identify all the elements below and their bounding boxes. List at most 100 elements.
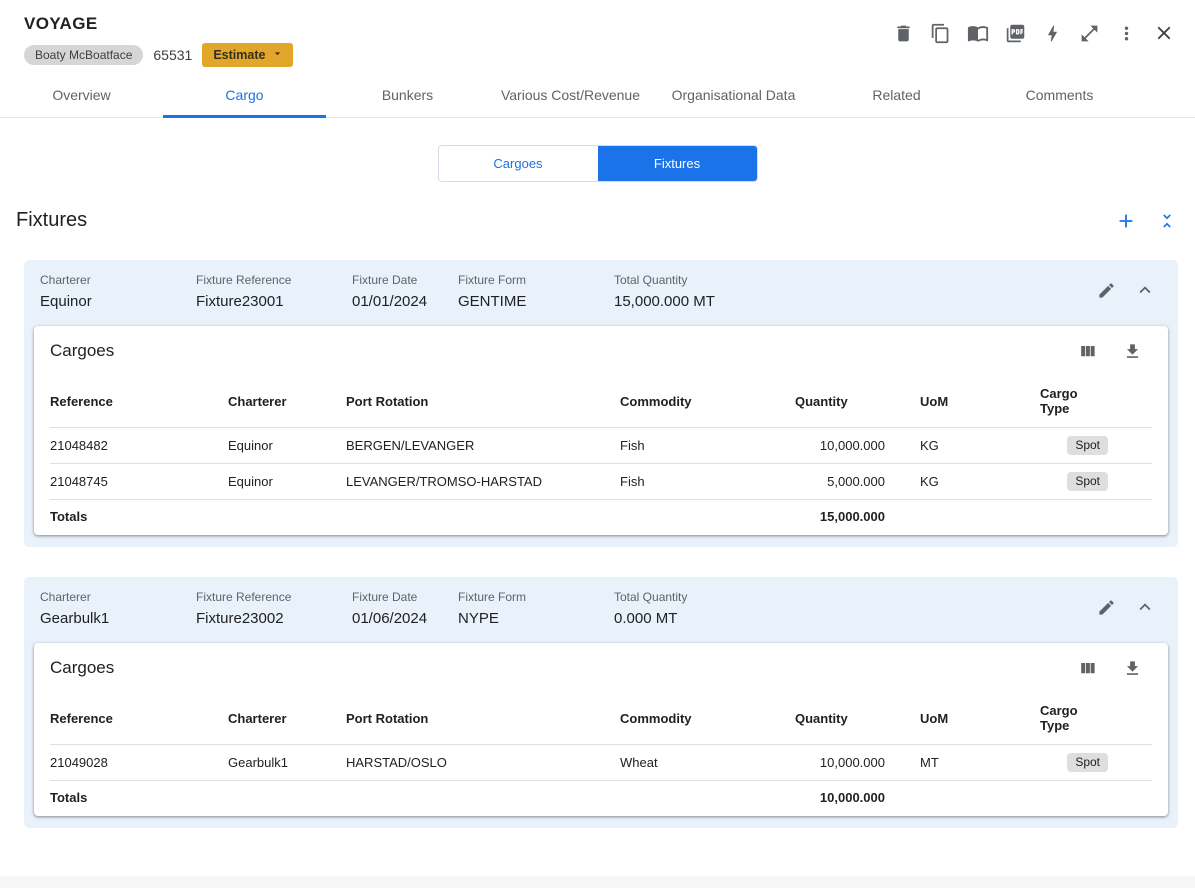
fixture-charterer-field: Charterer Equinor bbox=[40, 273, 196, 310]
port-rotation-cell: LEVANGER/TROMSO-HARSTAD bbox=[346, 464, 620, 500]
charterer-value: Equinor bbox=[40, 293, 196, 310]
collapse-fixture-icon[interactable] bbox=[1134, 596, 1156, 618]
column-settings-icon[interactable] bbox=[1078, 659, 1097, 678]
fixture-form-value: GENTIME bbox=[458, 293, 614, 310]
fixture-date-label: Fixture Date bbox=[352, 273, 458, 287]
charterer-label: Charterer bbox=[40, 273, 196, 287]
fixture-header-actions bbox=[1097, 273, 1162, 301]
fixtures-toggle-button[interactable]: Fixtures bbox=[598, 146, 757, 181]
edit-fixture-icon[interactable] bbox=[1097, 598, 1116, 617]
column-header-charterer: Charterer bbox=[228, 695, 346, 745]
fixtures-section-head: Fixtures bbox=[0, 182, 1195, 232]
fixture-reference-value: Fixture23002 bbox=[196, 610, 352, 627]
quantity-cell: 10,000.000 bbox=[795, 428, 920, 464]
column-settings-icon[interactable] bbox=[1078, 342, 1097, 361]
fixture-header-actions bbox=[1097, 590, 1162, 618]
uom-cell: KG bbox=[920, 464, 1040, 500]
tab-cargo[interactable]: Cargo bbox=[163, 73, 326, 117]
table-header-row: Reference Charterer Port Rotation Commod… bbox=[50, 695, 1152, 745]
column-header-uom: UoM bbox=[920, 695, 1040, 745]
pdf-icon[interactable] bbox=[1005, 23, 1026, 44]
fixture-date-value: 01/01/2024 bbox=[352, 293, 458, 310]
fixture-reference-label: Fixture Reference bbox=[196, 273, 352, 287]
total-quantity-field: Total Quantity 15,000.000 MT bbox=[614, 273, 1097, 310]
cargoes-card: Cargoes Reference bbox=[34, 326, 1168, 535]
voyage-app: VOYAGE Boaty McBoatface 65531 Estimate bbox=[0, 0, 1195, 888]
header-left: VOYAGE Boaty McBoatface 65531 Estimate bbox=[24, 14, 293, 67]
download-icon[interactable] bbox=[1123, 659, 1142, 678]
tab-bunkers[interactable]: Bunkers bbox=[326, 73, 489, 117]
collapse-all-icon[interactable] bbox=[1157, 211, 1177, 231]
commodity-cell: Fish bbox=[620, 428, 795, 464]
fixture-reference-field: Fixture Reference Fixture23001 bbox=[196, 273, 352, 310]
column-header-port-rotation: Port Rotation bbox=[346, 378, 620, 428]
fixture-date-value: 01/06/2024 bbox=[352, 610, 458, 627]
fixture-card: Charterer Gearbulk1 Fixture Reference Fi… bbox=[24, 577, 1178, 828]
cargoes-toggle-button[interactable]: Cargoes bbox=[439, 146, 598, 181]
tab-overview[interactable]: Overview bbox=[0, 73, 163, 117]
totals-quantity: 10,000.000 bbox=[795, 781, 920, 817]
collapse-fixture-icon[interactable] bbox=[1134, 279, 1156, 301]
fixture-reference-field: Fixture Reference Fixture23002 bbox=[196, 590, 352, 627]
fixture-header: Charterer Gearbulk1 Fixture Reference Fi… bbox=[24, 577, 1178, 643]
cargo-type-badge: Spot bbox=[1067, 753, 1108, 772]
total-quantity-label: Total Quantity bbox=[614, 273, 1097, 287]
fixture-reference-label: Fixture Reference bbox=[196, 590, 352, 604]
edit-fixture-icon[interactable] bbox=[1097, 281, 1116, 300]
header-subrow: Boaty McBoatface 65531 Estimate bbox=[24, 43, 293, 67]
cargo-type-cell: Spot bbox=[1040, 745, 1152, 781]
column-header-charterer: Charterer bbox=[228, 378, 346, 428]
port-rotation-cell: HARSTAD/OSLO bbox=[346, 745, 620, 781]
tab-organisational-data[interactable]: Organisational Data bbox=[652, 73, 815, 117]
fixture-charterer-field: Charterer Gearbulk1 bbox=[40, 590, 196, 627]
close-icon[interactable] bbox=[1153, 22, 1175, 44]
quantity-cell: 5,000.000 bbox=[795, 464, 920, 500]
cargo-row[interactable]: 21048482 Equinor BERGEN/LEVANGER Fish 10… bbox=[50, 428, 1152, 464]
charterer-cell: Equinor bbox=[228, 464, 346, 500]
cargo-type-badge: Spot bbox=[1067, 436, 1108, 455]
column-header-quantity: Quantity bbox=[795, 378, 920, 428]
delete-icon[interactable] bbox=[893, 23, 914, 44]
total-quantity-field: Total Quantity 0.000 MT bbox=[614, 590, 1097, 627]
cargoes-table: Reference Charterer Port Rotation Commod… bbox=[50, 378, 1152, 535]
column-header-commodity: Commodity bbox=[620, 378, 795, 428]
copy-icon[interactable] bbox=[930, 23, 951, 44]
more-options-icon[interactable] bbox=[1116, 23, 1137, 44]
cargoes-actions bbox=[1078, 659, 1152, 678]
cargoes-head: Cargoes bbox=[50, 658, 1152, 678]
totals-row: Totals 15,000.000 bbox=[50, 500, 1152, 536]
header-action-icons bbox=[893, 22, 1175, 44]
bolt-icon[interactable] bbox=[1042, 23, 1063, 44]
fixture-form-label: Fixture Form bbox=[458, 590, 614, 604]
cargoes-actions bbox=[1078, 342, 1152, 361]
estimate-button[interactable]: Estimate bbox=[202, 43, 293, 67]
fixture-header: Charterer Equinor Fixture Reference Fixt… bbox=[24, 260, 1178, 326]
bottom-scroll-track bbox=[0, 876, 1195, 888]
add-fixture-icon[interactable] bbox=[1115, 210, 1137, 232]
estimate-button-label: Estimate bbox=[213, 48, 265, 62]
reference-cell: 21048745 bbox=[50, 464, 228, 500]
fixtures-section-actions bbox=[1115, 210, 1177, 232]
cargoes-table: Reference Charterer Port Rotation Commod… bbox=[50, 695, 1152, 816]
total-quantity-value: 15,000.000 MT bbox=[614, 293, 1097, 310]
fixture-card: Charterer Equinor Fixture Reference Fixt… bbox=[24, 260, 1178, 547]
fullscreen-icon[interactable] bbox=[1079, 23, 1100, 44]
charterer-label: Charterer bbox=[40, 590, 196, 604]
fixture-form-value: NYPE bbox=[458, 610, 614, 627]
book-icon[interactable] bbox=[967, 22, 989, 44]
charterer-cell: Gearbulk1 bbox=[228, 745, 346, 781]
tab-comments[interactable]: Comments bbox=[978, 73, 1141, 117]
total-quantity-label: Total Quantity bbox=[614, 590, 1097, 604]
caret-down-icon bbox=[271, 47, 284, 63]
fixture-form-label: Fixture Form bbox=[458, 273, 614, 287]
quantity-cell: 10,000.000 bbox=[795, 745, 920, 781]
port-rotation-cell: BERGEN/LEVANGER bbox=[346, 428, 620, 464]
column-header-reference: Reference bbox=[50, 695, 228, 745]
tab-various-cost-revenue[interactable]: Various Cost/Revenue bbox=[489, 73, 652, 117]
download-icon[interactable] bbox=[1123, 342, 1142, 361]
cargo-row[interactable]: 21048745 Equinor LEVANGER/TROMSO-HARSTAD… bbox=[50, 464, 1152, 500]
fixtures-section-title: Fixtures bbox=[16, 209, 87, 232]
tab-related[interactable]: Related bbox=[815, 73, 978, 117]
totals-label: Totals bbox=[50, 500, 228, 536]
cargo-row[interactable]: 21049028 Gearbulk1 HARSTAD/OSLO Wheat 10… bbox=[50, 745, 1152, 781]
